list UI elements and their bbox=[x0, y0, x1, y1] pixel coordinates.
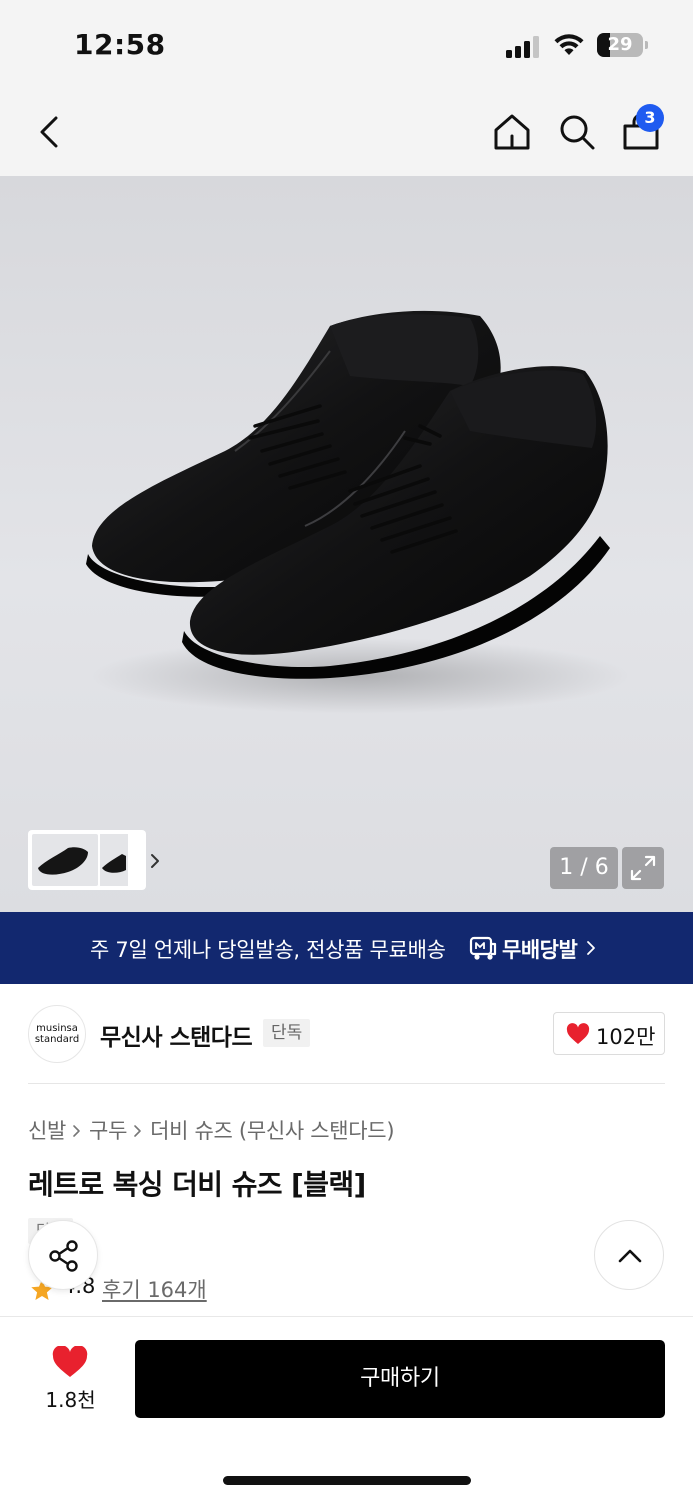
chevron-right-icon[interactable] bbox=[148, 852, 162, 870]
wishlist-count: 1.8천 bbox=[45, 1388, 96, 1412]
share-icon bbox=[49, 1240, 78, 1272]
share-button[interactable] bbox=[28, 1220, 98, 1290]
brand-name[interactable]: 무신사 스탠다드 bbox=[100, 1018, 253, 1052]
brand-logo[interactable]: musinsa standard bbox=[28, 1005, 86, 1063]
battery-tip bbox=[645, 41, 648, 49]
product-photo-shoes bbox=[86, 310, 630, 714]
breadcrumb-item[interactable]: 신발 bbox=[28, 1119, 66, 1143]
divider bbox=[28, 1083, 665, 1084]
thumbnail-1[interactable] bbox=[32, 834, 98, 886]
gallery-page-counter: 1 / 6 bbox=[550, 847, 618, 889]
chevron-right-icon bbox=[134, 1125, 141, 1137]
battery-icon: 29 bbox=[597, 33, 643, 57]
brand-logo-line2: standard bbox=[34, 1034, 80, 1045]
battery-level: 29 bbox=[607, 34, 633, 55]
chevron-up-icon bbox=[618, 1249, 642, 1263]
wifi-icon bbox=[554, 34, 584, 55]
thumbnail-strip[interactable] bbox=[28, 830, 159, 890]
breadcrumb-item[interactable]: 구두 bbox=[89, 1119, 127, 1143]
home-icon[interactable] bbox=[490, 110, 534, 154]
expand-icon[interactable] bbox=[622, 847, 664, 889]
brand-like-count: 102만 bbox=[596, 1025, 656, 1049]
heart-icon bbox=[566, 1023, 590, 1044]
scroll-to-top-button[interactable] bbox=[594, 1220, 664, 1290]
exclusive-tag: 단독 bbox=[263, 1019, 311, 1047]
brand-logo-line1: musinsa bbox=[36, 1023, 78, 1034]
chevron-right-icon bbox=[73, 1125, 80, 1137]
thumbnail-2[interactable] bbox=[100, 834, 128, 886]
brand-like-button[interactable]: 102만 bbox=[553, 1012, 665, 1055]
promo-brand: 무배당발 bbox=[502, 938, 578, 962]
cellular-signal-icon bbox=[506, 36, 542, 58]
cart-count-badge: 3 bbox=[636, 104, 664, 132]
back-chevron-icon[interactable] bbox=[30, 110, 70, 154]
wishlist-heart-icon[interactable] bbox=[52, 1346, 88, 1378]
home-indicator bbox=[223, 1476, 471, 1485]
promo-text: 주 7일 언제나 당일발송, 전상품 무료배송 bbox=[90, 938, 446, 962]
chevron-right-icon bbox=[587, 941, 595, 955]
buy-button[interactable]: 구매하기 bbox=[135, 1340, 665, 1418]
product-image-gallery[interactable]: 1 / 6 bbox=[0, 176, 693, 912]
status-time: 12:58 bbox=[74, 28, 166, 61]
review-count-link[interactable]: 후기 164개 bbox=[102, 1274, 207, 1304]
top-nav bbox=[0, 88, 693, 176]
delivery-truck-icon bbox=[469, 936, 497, 960]
free-shipping-banner[interactable]: 주 7일 언제나 당일발송, 전상품 무료배송 무배당발 bbox=[0, 912, 693, 984]
search-icon[interactable] bbox=[555, 110, 599, 154]
breadcrumb-item[interactable]: 더비 슈즈 (무신사 스탠다드) bbox=[150, 1119, 394, 1143]
breadcrumb: 신발 구두 더비 슈즈 (무신사 스탠다드) bbox=[28, 1115, 395, 1145]
status-bar: 12:58 29 bbox=[0, 0, 693, 88]
product-title: 레트로 복싱 더비 슈즈 [블랙] bbox=[28, 1168, 366, 1201]
